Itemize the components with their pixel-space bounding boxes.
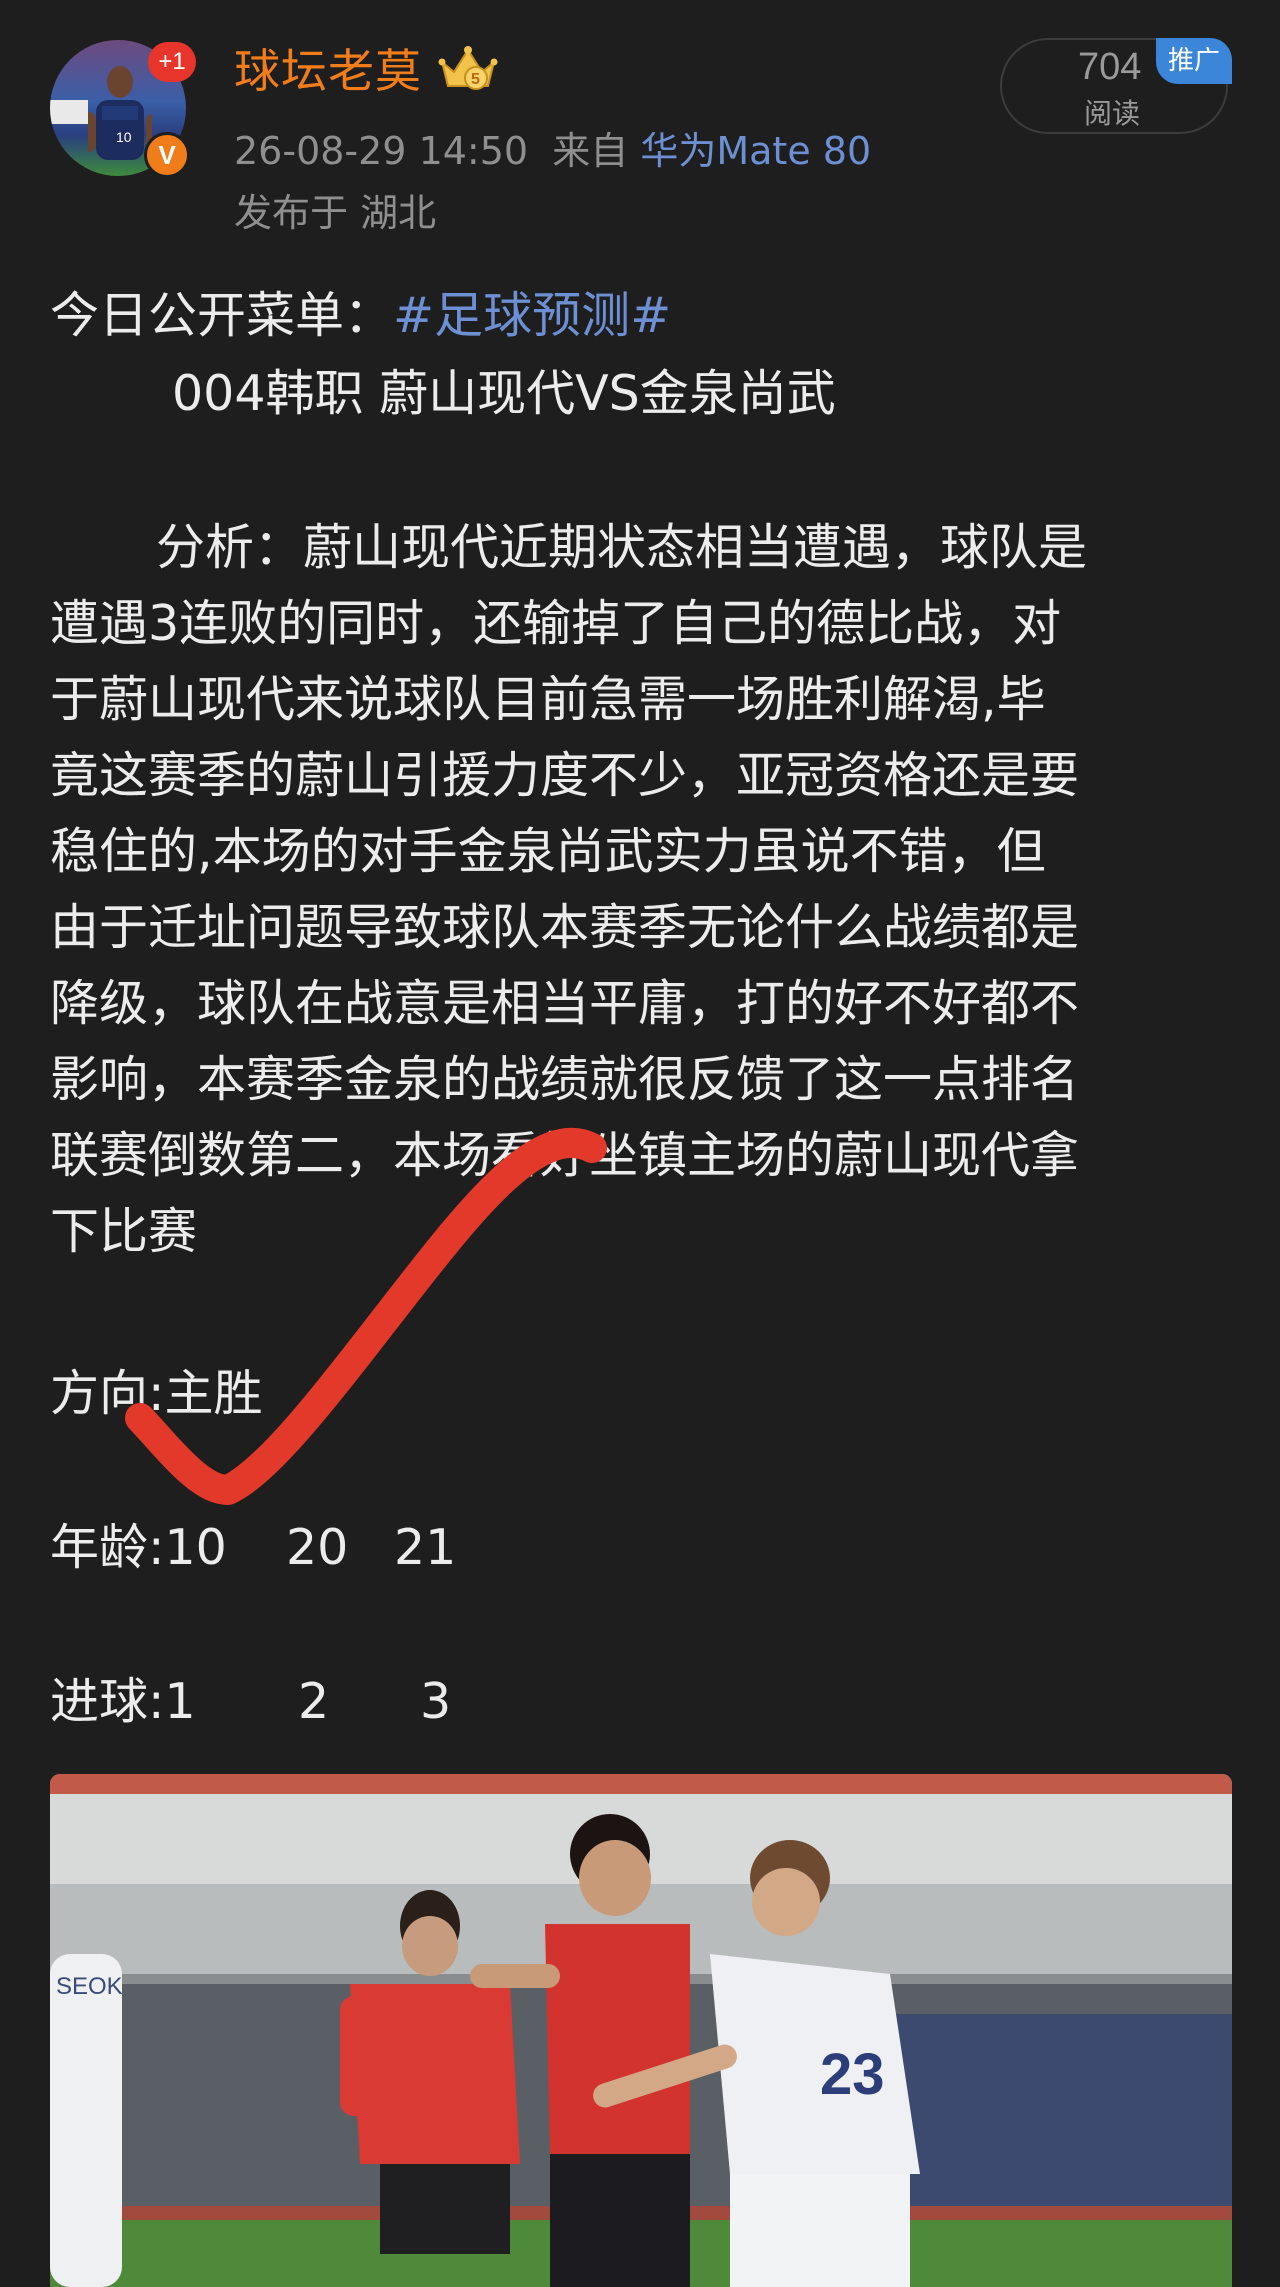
post-header: 10 +1 V 球坛老莫 5 26-08-29 14:50 来自 华为Mate … xyxy=(0,0,1280,260)
photo-name-fragment: SEOK xyxy=(56,1973,123,2000)
analysis-line: 降级，球队在战意是相当平庸，打的好不好都不 xyxy=(50,975,1080,1032)
reads-count: 704 xyxy=(1078,46,1142,88)
match-photo-image: SEOK 23 xyxy=(50,1774,1232,2287)
goals-value: 2 xyxy=(298,1673,330,1730)
goals-line: 进球:1 xyxy=(50,1673,196,1730)
reads-label: 阅读 xyxy=(1084,97,1141,130)
location: 发布于 湖北 xyxy=(234,191,437,235)
avatar-player-image: 10 xyxy=(88,66,152,160)
verified-icon: V xyxy=(144,132,190,178)
direction-line: 方向:主胜 xyxy=(50,1365,263,1422)
age-value: 21 xyxy=(394,1519,457,1576)
hashtag-link[interactable]: #足球预测# xyxy=(393,287,671,344)
analysis-line: 竟这赛季的蔚山引援力度不少，亚冠资格还是要 xyxy=(50,747,1080,804)
timestamp: 26-08-29 14:50 xyxy=(234,129,529,173)
photo-jersey-number: 23 xyxy=(820,2042,885,2107)
age-value: 20 xyxy=(286,1519,349,1576)
analysis-line: 稳住的,本场的对手金泉尚武实力虽说不错，但 xyxy=(50,823,1046,880)
match-photo[interactable]: SEOK 23 xyxy=(50,1774,1232,2287)
post-meta: 26-08-29 14:50 来自 华为Mate 80 xyxy=(234,120,871,175)
username[interactable]: 球坛老莫 xyxy=(234,35,422,101)
avatar-plus-badge: +1 xyxy=(148,42,196,82)
analysis-line: 下比赛 xyxy=(50,1203,198,1260)
username-row: 球坛老莫 5 xyxy=(234,38,500,98)
source-prefix: 来自 xyxy=(552,129,629,173)
analysis-line: 遭遇3连败的同时，还输掉了自己的德比战，对 xyxy=(50,595,1062,652)
intro-prefix: 今日公开菜单： xyxy=(50,287,394,344)
analysis-line: 于蔚山现代来说球队目前急需一场胜利解渴,毕 xyxy=(50,671,1046,728)
analysis-line: 联赛倒数第二，本场看好坐镇主场的蔚山现代拿 xyxy=(50,1127,1080,1184)
age-line: 年龄:10 xyxy=(50,1519,227,1576)
analysis-line: 由于迁址问题导致球队本赛季无论什么战绩都是 xyxy=(50,899,1080,956)
svg-text:10: 10 xyxy=(116,129,132,145)
crown-icon: 5 xyxy=(438,46,498,90)
crown-level: 5 xyxy=(471,71,480,88)
intro-line: 今日公开菜单：#足球预测# xyxy=(50,278,671,354)
analysis-line: 分析：蔚山现代近期状态相当遭遇，球队是 xyxy=(156,519,1088,576)
avatar-ad-board xyxy=(50,100,88,124)
device-link[interactable]: 华为Mate 80 xyxy=(640,129,871,173)
analysis-line: 影响，本赛季金泉的战绩就很反馈了这一点排名 xyxy=(50,1051,1080,1108)
promo-badge[interactable]: 推广 xyxy=(1156,38,1232,84)
match-line: 004韩职 蔚山现代VS金泉尚武 xyxy=(172,365,836,422)
goals-value: 3 xyxy=(420,1673,452,1730)
